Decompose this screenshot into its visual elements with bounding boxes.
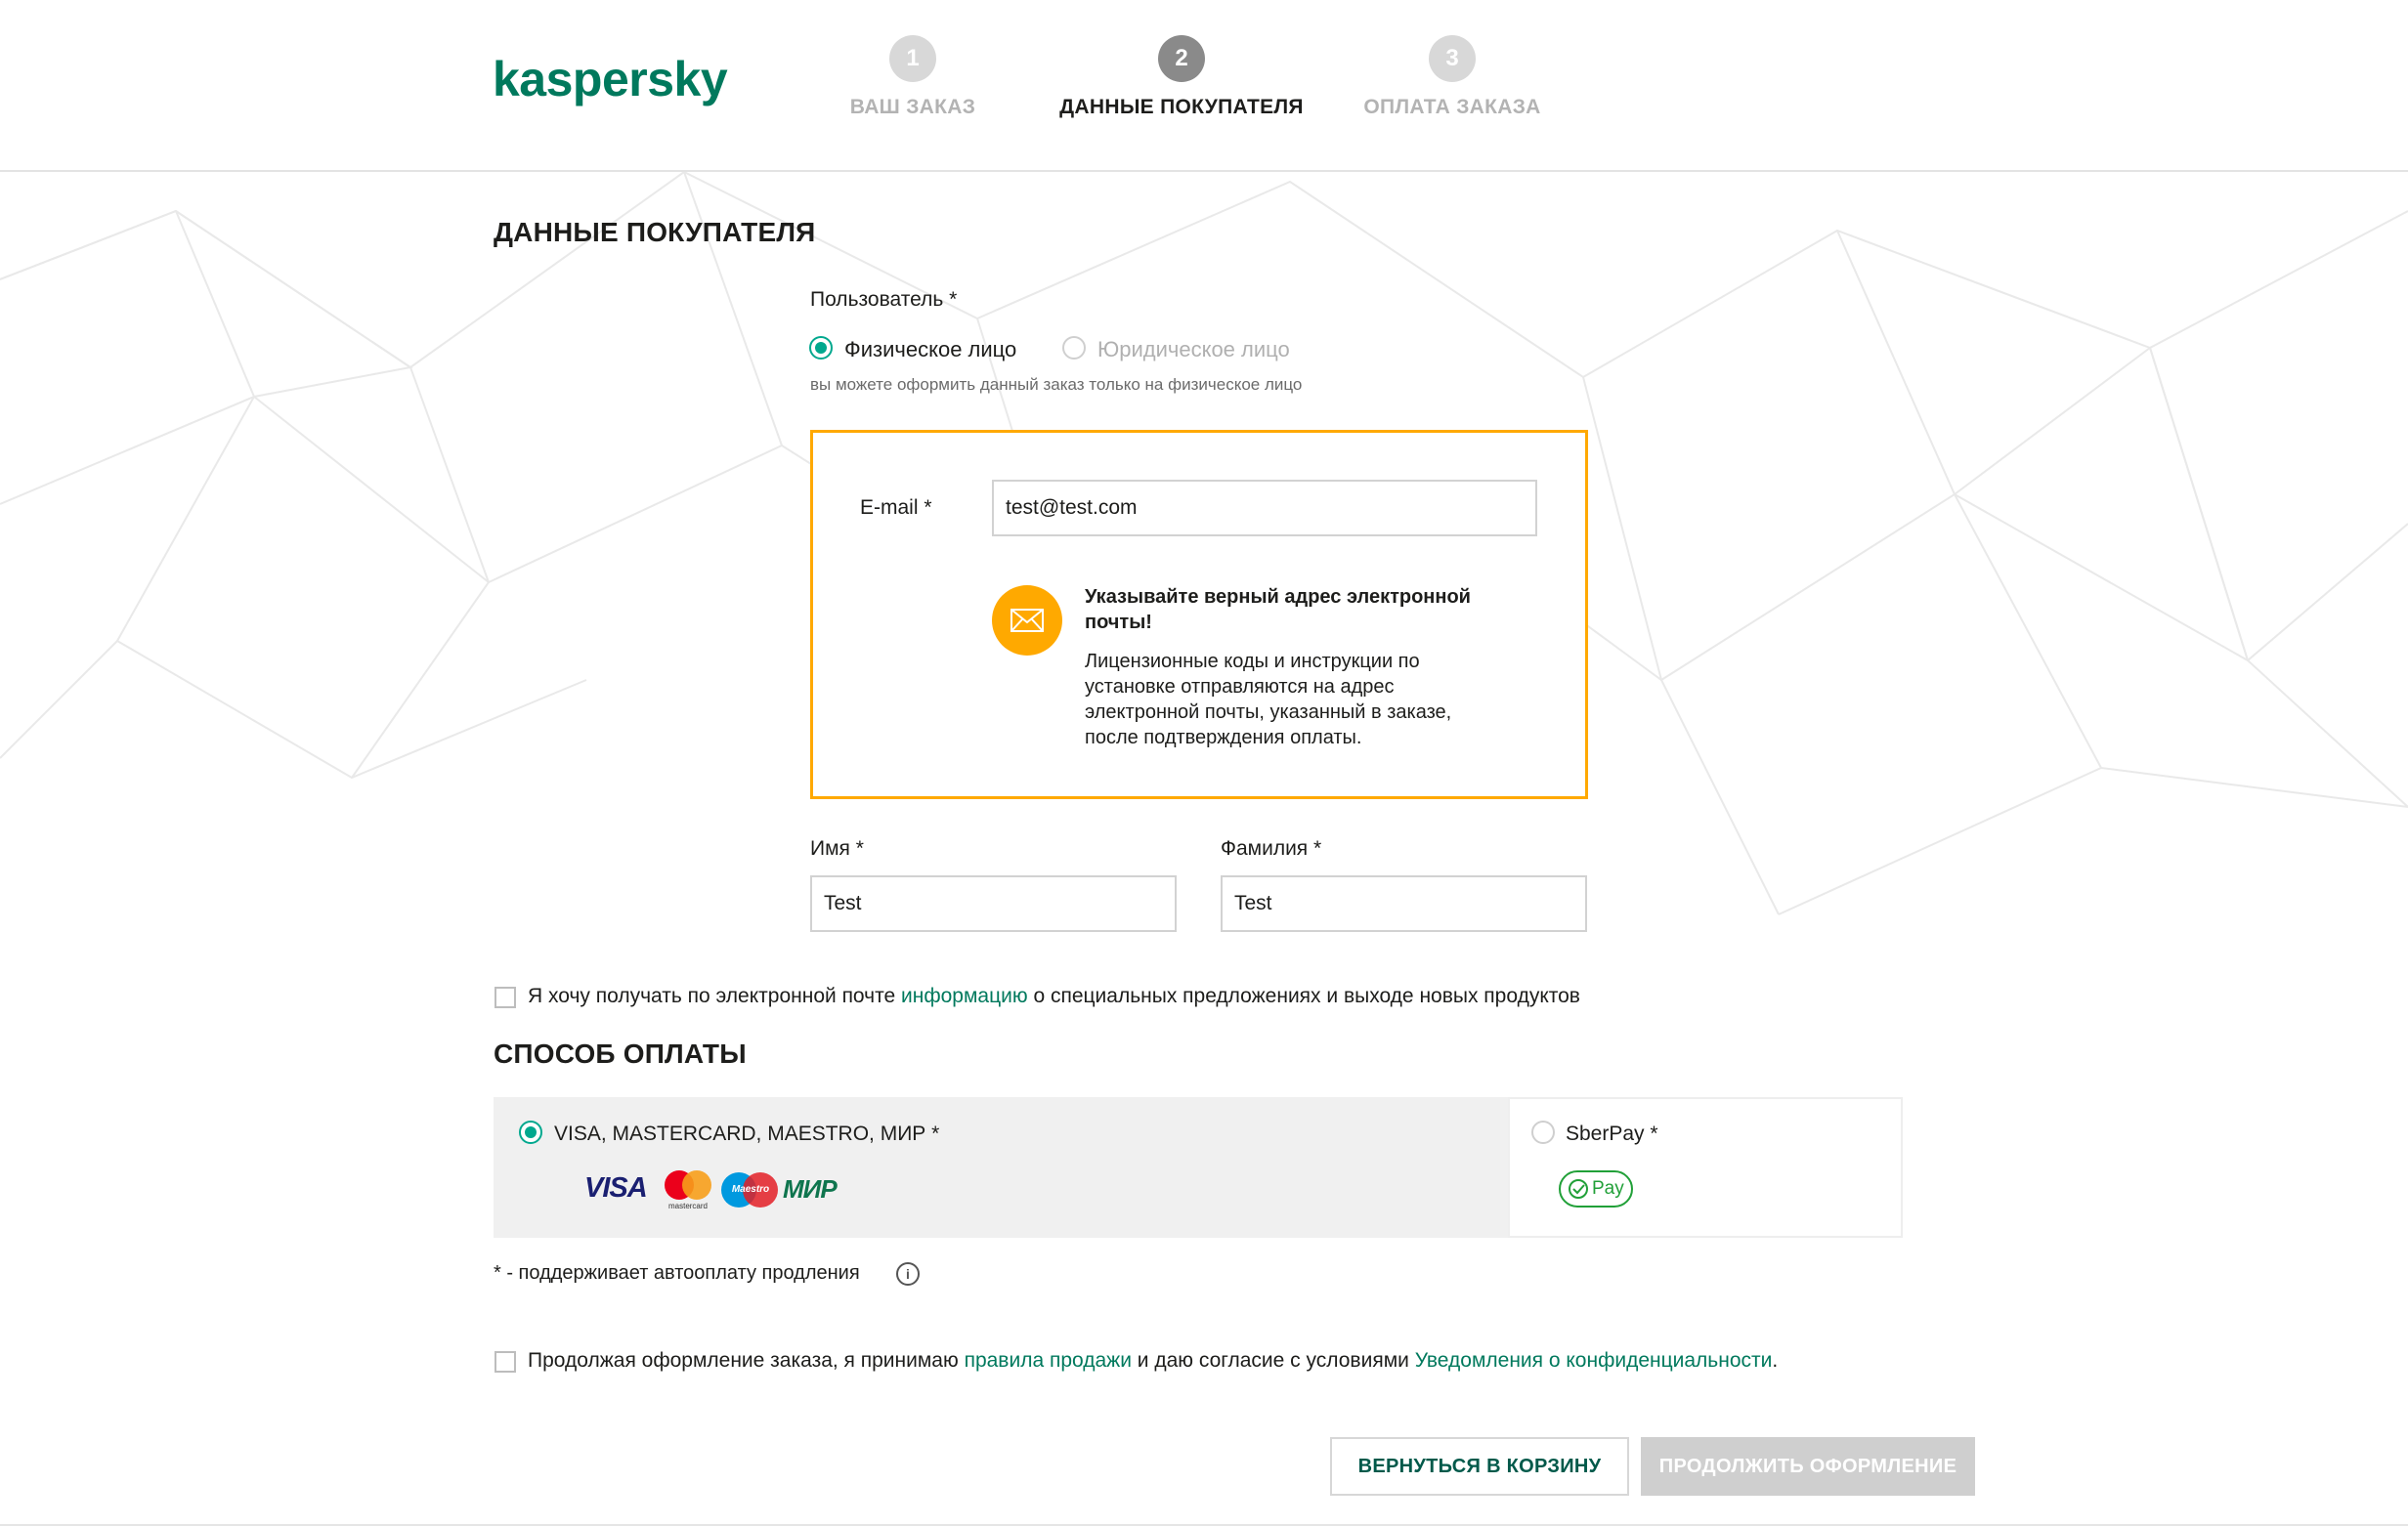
card-logos: VISA mastercard Maestro МИР bbox=[584, 1168, 858, 1211]
step-number: 2 bbox=[1158, 35, 1205, 82]
email-notice-text: Лицензионные коды и инструкции по устано… bbox=[1085, 651, 1452, 748]
sberpay-radio[interactable] bbox=[1531, 1121, 1555, 1144]
step-label: ОПЛАТА ЗАКАЗА bbox=[1363, 96, 1541, 118]
step-number: 3 bbox=[1429, 35, 1476, 82]
mastercard-logo-text: mastercard bbox=[667, 1202, 708, 1210]
newsletter-text: Я хочу получать по электронной почте инф… bbox=[528, 985, 1580, 1008]
visa-logo: VISA bbox=[584, 1172, 648, 1204]
email-input[interactable]: test@test.com bbox=[992, 480, 1537, 536]
privacy-notice-link[interactable]: Уведомления о конфиденциальности bbox=[1415, 1349, 1773, 1372]
sberpay-option[interactable] bbox=[1508, 1097, 1903, 1238]
last-name-input[interactable]: Test bbox=[1221, 875, 1587, 932]
back-to-cart-button[interactable]: ВЕРНУТЬСЯ В КОРЗИНУ bbox=[1330, 1437, 1629, 1496]
first-name-input[interactable]: Test bbox=[810, 875, 1177, 932]
sberpay-logo-text: Pay bbox=[1592, 1178, 1624, 1199]
kaspersky-logo[interactable]: kaspersky bbox=[493, 51, 728, 107]
email-notice-title: Указывайте верный адрес электронной почт… bbox=[1085, 586, 1471, 633]
sberpay-logo: Pay bbox=[1559, 1170, 1633, 1208]
individual-radio[interactable] bbox=[809, 336, 833, 360]
card-payment-option[interactable] bbox=[494, 1097, 1508, 1238]
sales-rules-link[interactable]: правила продажи bbox=[965, 1349, 1132, 1372]
newsletter-info-link[interactable]: информацию bbox=[901, 985, 1028, 1007]
card-payment-label[interactable]: VISA, MASTERCARD, MAESTRO, МИР * bbox=[554, 1123, 939, 1146]
company-radio-label[interactable]: Юридическое лицо bbox=[1097, 337, 1290, 362]
mir-logo: МИР bbox=[783, 1174, 838, 1204]
info-icon[interactable]: i bbox=[896, 1262, 920, 1286]
step-buyer-data: 2 ДАННЫЕ ПОКУПАТЕЛЯ bbox=[1045, 35, 1318, 119]
sberpay-label[interactable]: SberPay * bbox=[1566, 1123, 1658, 1146]
step-your-order: 1 ВАШ ЗАКАЗ bbox=[776, 35, 1050, 119]
continue-checkout-button[interactable]: ПРОДОЛЖИТЬ ОФОРМЛЕНИЕ bbox=[1641, 1437, 1975, 1496]
maestro-logo: Maestro bbox=[721, 1168, 780, 1211]
mastercard-logo: mastercard bbox=[663, 1168, 713, 1211]
card-payment-radio[interactable] bbox=[519, 1121, 542, 1144]
company-radio[interactable] bbox=[1062, 336, 1086, 360]
newsletter-text-after: о специальных предложениях и выходе новы… bbox=[1033, 985, 1580, 1007]
agreement-text-middle: и даю согласие с условиями bbox=[1137, 1349, 1409, 1372]
individual-radio-label[interactable]: Физическое лицо bbox=[844, 337, 1016, 362]
first-name-label: Имя * bbox=[810, 837, 864, 860]
user-type-hint: вы можете оформить данный заказ только н… bbox=[810, 375, 1303, 394]
sberpay-check-icon bbox=[1569, 1179, 1588, 1199]
buyer-data-title: ДАННЫЕ ПОКУПАТЕЛЯ bbox=[494, 217, 816, 247]
mail-icon bbox=[992, 585, 1062, 656]
agreement-text: Продолжая оформление заказа, я принимаю … bbox=[528, 1349, 1778, 1373]
page-header: kaspersky 1 ВАШ ЗАКАЗ 2 ДАННЫЕ ПОКУПАТЕЛ… bbox=[0, 0, 2408, 172]
step-label: ВАШ ЗАКАЗ bbox=[849, 96, 976, 118]
step-number: 1 bbox=[889, 35, 936, 82]
autopay-note: * - поддерживает автооплату продления bbox=[494, 1262, 860, 1284]
maestro-logo-text: Maestro bbox=[731, 1184, 770, 1195]
agreement-checkbox[interactable] bbox=[494, 1351, 516, 1373]
payment-method-title: СПОСОБ ОПЛАТЫ bbox=[494, 1039, 747, 1069]
agreement-text-before: Продолжая оформление заказа, я принимаю bbox=[528, 1349, 959, 1372]
user-type-label: Пользователь * bbox=[810, 288, 958, 311]
agreement-text-after: . bbox=[1772, 1349, 1779, 1372]
newsletter-checkbox[interactable] bbox=[494, 987, 516, 1008]
email-label: E-mail * bbox=[860, 496, 932, 519]
newsletter-text-before: Я хочу получать по электронной почте bbox=[528, 985, 896, 1007]
last-name-label: Фамилия * bbox=[1221, 837, 1322, 860]
step-label: ДАННЫЕ ПОКУПАТЕЛЯ bbox=[1059, 96, 1304, 118]
step-payment: 3 ОПЛАТА ЗАКАЗА bbox=[1315, 35, 1589, 119]
